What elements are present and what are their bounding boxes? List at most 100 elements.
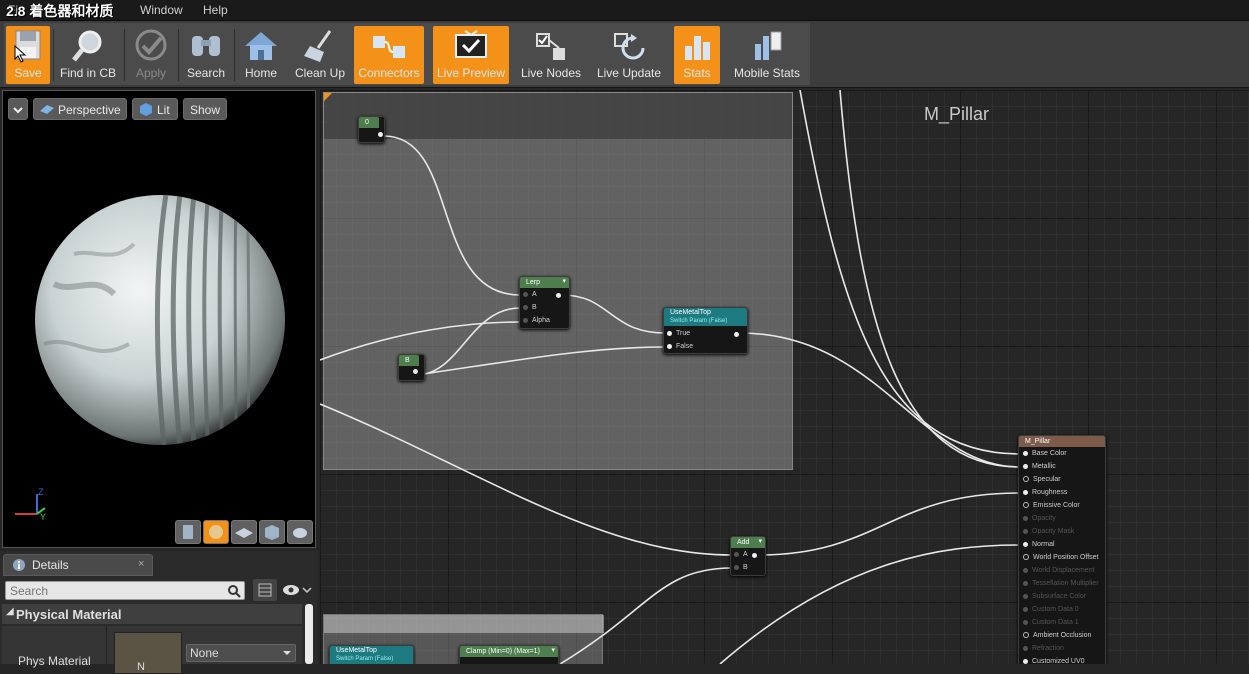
lerp-pin-a[interactable]: A — [523, 291, 537, 298]
result-pin[interactable]: World Displacement — [1023, 567, 1095, 574]
pin-dot[interactable] — [1023, 502, 1029, 509]
pin-dot[interactable] — [1023, 619, 1028, 625]
lit-button[interactable]: Lit — [132, 98, 178, 120]
mobile-stats-button[interactable]: Mobile Stats — [728, 26, 806, 84]
collapse-arrow-icon[interactable]: ▾ — [551, 646, 555, 654]
phys-material-row: Phys Material N None — [2, 626, 302, 674]
output-pin[interactable] — [378, 132, 383, 137]
live-update-button[interactable]: Live Update — [592, 26, 666, 84]
preview-cube-button[interactable] — [259, 520, 285, 544]
material-graph-canvas[interactable]: M_Pillar 0 Lerp ▾ A B Alpha B UseMetalTo… — [320, 90, 1249, 664]
apply-button[interactable]: Apply — [128, 26, 174, 84]
viewport-options-button[interactable] — [8, 98, 28, 120]
details-scrollbar[interactable] — [305, 604, 313, 664]
pin-dot[interactable] — [1023, 567, 1028, 573]
add-pin-a[interactable]: A — [734, 551, 748, 558]
menu-help[interactable]: Help — [203, 3, 228, 17]
result-pin[interactable]: Ambient Occlusion — [1023, 632, 1091, 639]
lerp-node[interactable]: Lerp ▾ A B Alpha — [519, 276, 570, 329]
pin-dot[interactable] — [1023, 450, 1028, 456]
pin-dot[interactable] — [1023, 606, 1028, 612]
property-splitter[interactable] — [106, 626, 107, 664]
collapse-arrow-icon[interactable]: ▾ — [562, 277, 566, 285]
result-pin[interactable]: Tessellation Multiplier — [1023, 580, 1099, 587]
switch-output-pin[interactable] — [734, 332, 739, 337]
lerp-pin-b[interactable]: B — [523, 304, 537, 311]
static-switch-node[interactable]: UseMetalTop Switch Param (False) True Fa… — [663, 307, 748, 354]
output-pin[interactable] — [413, 369, 418, 374]
material-result-node[interactable]: M_Pillar Base Color Metallic Specular Rough… — [1018, 435, 1106, 664]
find-in-cb-button[interactable]: Find in CB — [56, 26, 120, 84]
result-pin[interactable]: Subsurface Color — [1023, 593, 1086, 600]
wire-switch-to-metallic — [739, 332, 1021, 468]
preview-mesh-button[interactable] — [287, 520, 313, 544]
add-node[interactable]: Add ▾ A B — [730, 536, 766, 576]
result-pin[interactable]: Opacity Mask — [1023, 528, 1074, 535]
constant-node[interactable]: 0 — [358, 116, 385, 143]
pin-dot[interactable] — [1023, 632, 1029, 639]
close-tab-icon[interactable]: × — [138, 558, 144, 570]
live-preview-button[interactable]: Live Preview — [433, 26, 509, 84]
add-output-pin[interactable] — [752, 553, 757, 558]
result-pin[interactable]: World Position Offset — [1023, 554, 1099, 561]
live-nodes-button[interactable]: Live Nodes — [516, 26, 586, 84]
show-button[interactable]: Show — [183, 98, 227, 120]
result-pin[interactable]: Normal — [1023, 541, 1055, 548]
stats-button[interactable]: Stats — [674, 26, 720, 84]
chevron-down-icon — [283, 651, 291, 655]
collapse-arrow-icon[interactable]: ◢ — [6, 606, 14, 617]
result-pin[interactable]: Refraction — [1023, 645, 1064, 652]
switch-pin-true[interactable]: True — [667, 330, 690, 337]
checkmark-icon — [135, 29, 167, 61]
phys-material-combo[interactable]: None — [186, 644, 296, 662]
details-tab[interactable]: Details × — [3, 554, 153, 576]
constant-b-node[interactable]: B — [398, 354, 425, 381]
pin-dot[interactable] — [1023, 489, 1028, 495]
save-button[interactable]: Save — [6, 26, 50, 84]
pin-dot[interactable] — [1023, 463, 1028, 469]
result-pin[interactable]: Opacity — [1023, 515, 1056, 522]
result-pin[interactable]: Custom Data 0 — [1023, 606, 1079, 613]
preview-sphere-button[interactable] — [203, 520, 229, 544]
result-pin[interactable]: Metallic — [1023, 463, 1056, 470]
result-pin[interactable]: Roughness — [1023, 489, 1067, 496]
add-pin-b[interactable]: B — [734, 564, 748, 571]
axis-gizmo: Z Y — [15, 487, 46, 522]
details-search-box[interactable] — [5, 581, 245, 600]
physical-material-category[interactable]: ◢ Physical Material — [2, 604, 302, 624]
preview-plane-button[interactable] — [231, 520, 257, 544]
phys-material-thumbnail[interactable]: N — [114, 632, 182, 674]
pin-dot[interactable] — [1023, 515, 1028, 521]
lerp-pin-alpha[interactable]: Alpha — [523, 317, 550, 324]
switch-pin-false[interactable]: False — [667, 343, 693, 350]
result-pin[interactable]: Base Color — [1023, 450, 1067, 457]
clean-up-button[interactable]: Clean Up — [288, 26, 352, 84]
search-button[interactable]: Search — [182, 26, 230, 84]
pin-dot[interactable] — [1023, 476, 1029, 483]
pin-dot[interactable] — [1023, 554, 1029, 561]
static-switch-node-lower[interactable]: UseMetalTop Switch Param (False) — [329, 645, 414, 664]
result-pin[interactable]: Specular — [1023, 476, 1061, 483]
pin-dot[interactable] — [1023, 645, 1028, 651]
preview-viewport[interactable]: Perspective Lit Show Z Y — [2, 90, 316, 548]
home-button[interactable]: Home — [238, 26, 284, 84]
perspective-button[interactable]: Perspective — [33, 98, 127, 120]
clamp-node[interactable]: Clamp (Min=0) (Max=1) ▾ — [459, 645, 559, 664]
pin-dot[interactable] — [1023, 528, 1028, 534]
eye-visibility-icon[interactable] — [282, 583, 312, 597]
result-pin[interactable]: Customized UV0 — [1023, 658, 1085, 664]
pin-dot[interactable] — [1023, 580, 1028, 586]
result-pin[interactable]: Emissive Color — [1023, 502, 1080, 509]
pin-dot[interactable] — [1023, 658, 1028, 664]
connectors-button[interactable]: Connectors — [354, 26, 424, 84]
pin-dot[interactable] — [1023, 541, 1028, 547]
details-search-input[interactable] — [10, 583, 220, 598]
pin-dot[interactable] — [1023, 593, 1028, 599]
lerp-output-pin[interactable] — [556, 293, 561, 298]
result-pin[interactable]: Custom Data 1 — [1023, 619, 1079, 626]
preview-cylinder-button[interactable] — [175, 520, 201, 544]
menu-window[interactable]: Window — [140, 3, 183, 17]
collapse-arrow-icon[interactable]: ▾ — [758, 537, 762, 545]
lit-cube-icon — [140, 103, 152, 116]
view-options-button[interactable] — [253, 579, 277, 601]
